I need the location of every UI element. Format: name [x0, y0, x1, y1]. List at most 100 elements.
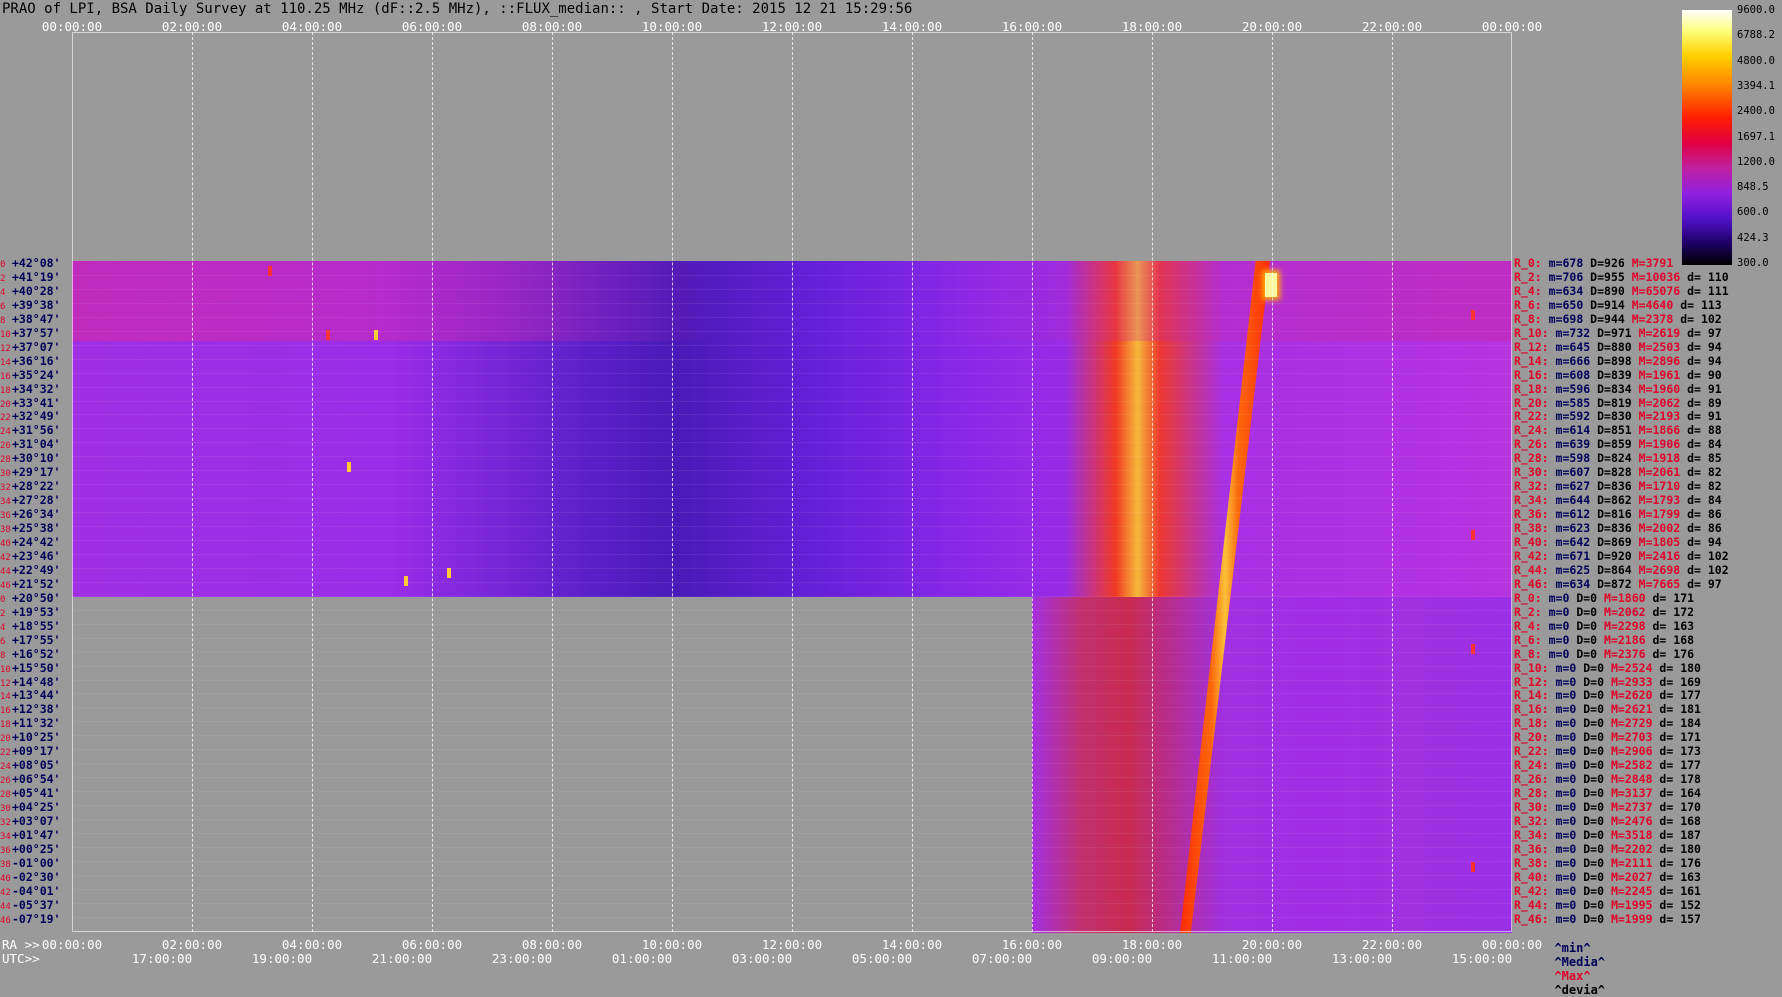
- stats-m: M=1710: [1638, 479, 1688, 494]
- stats-m: M=2619: [1638, 325, 1688, 340]
- stats-row: R_46: m=634 D=872 M=7665 d= 97: [1514, 576, 1729, 591]
- stats-m: M=2933: [1610, 674, 1660, 689]
- stats-d: d= 176: [1652, 646, 1701, 661]
- stats-d-median: D=0: [1583, 911, 1611, 926]
- stats-row: R_10: m=0 D=0 M=2524 d= 180: [1514, 660, 1708, 675]
- stats-d-median: D=836: [1597, 521, 1639, 536]
- bottom-ra-tick-7: 14:00:00: [881, 937, 943, 952]
- bottom-utc-tick-2: 21:00:00: [371, 951, 433, 966]
- stats-m: M=2298: [1604, 618, 1653, 633]
- stats-row: R_36: m=612 D=816 M=1799 d= 86: [1514, 508, 1729, 521]
- stats-m: M=2848: [1610, 772, 1660, 787]
- stats-m: m=607: [1555, 465, 1598, 480]
- stats-row: R_40: m=0 D=0 M=2027 d= 163: [1514, 869, 1708, 884]
- bottom-utc-tick-0: 17:00:00: [131, 951, 193, 966]
- declination-value: +41°19': [12, 269, 61, 284]
- declination-value: +24°42': [12, 535, 61, 549]
- stats-row: R_34: m=0 D=0 M=3518 d= 187: [1514, 828, 1708, 842]
- stats-m: M=1960: [1638, 381, 1688, 396]
- stats-d-median: D=0: [1583, 660, 1611, 675]
- stats-m: M=1866: [1638, 423, 1688, 438]
- stats-m: m=0: [1555, 800, 1584, 815]
- declination-value: -07°19': [12, 911, 61, 926]
- colorbar-tick: 600.0: [1737, 206, 1769, 219]
- declination-value: +14°48': [12, 674, 61, 689]
- stats-r: R_16:: [1514, 367, 1556, 382]
- stats-r: R_26:: [1514, 437, 1556, 452]
- stats-d: d= 94: [1687, 535, 1729, 549]
- declination-value: +29°17': [12, 465, 61, 480]
- stats-r: R_30:: [1514, 465, 1556, 480]
- declination-value: +03°07': [12, 814, 61, 828]
- stats-r: R_6:: [1514, 632, 1549, 647]
- stats-d-median: D=880: [1597, 339, 1639, 354]
- stats-m: m=0: [1555, 869, 1584, 884]
- stats-d: d= 82: [1687, 479, 1729, 494]
- stats-row: R_46: m=0 D=0 M=1999 d= 157: [1514, 911, 1708, 926]
- declination-value: +31°56': [12, 423, 61, 438]
- stats-row: R_42: m=0 D=0 M=2245 d= 161: [1514, 884, 1708, 898]
- bottom-utc-tick-1: 19:00:00: [251, 951, 313, 966]
- stats-d-median: D=830: [1597, 409, 1639, 424]
- stats-r: R_0:: [1514, 590, 1549, 605]
- bottom-utc-axis: 17:00:00 19:00:00 21:00:00 23:00:00 01:00:00…: [0, 0, 1540, 966]
- stats-d: d= 171: [1652, 590, 1701, 605]
- stats-r: R_10:: [1514, 325, 1556, 340]
- stats-r: R_42:: [1514, 548, 1556, 563]
- stats-r: R_2:: [1514, 269, 1549, 284]
- stats-m: m=0: [1555, 855, 1584, 870]
- stats-row: R_4: m=634 D=890 M=65076 d= 111: [1514, 284, 1736, 298]
- colorbar-tick: 2400.0: [1737, 105, 1775, 118]
- declination-value: +04°25': [12, 800, 61, 815]
- stats-m: M=2061: [1638, 465, 1688, 480]
- stats-m: m=0: [1555, 786, 1584, 801]
- stats-r: R_14:: [1514, 688, 1556, 703]
- stats-m: M=1999: [1610, 911, 1660, 926]
- stats-d: d= 163: [1659, 869, 1708, 884]
- declination-value: +31°04': [12, 437, 61, 452]
- bottom-ra-tick-11: 22:00:00: [1361, 937, 1423, 952]
- stats-m: m=0: [1555, 674, 1584, 689]
- stats-row: R_14: m=666 D=898 M=2896 d= 94: [1514, 354, 1729, 368]
- stats-d: d= 177: [1659, 688, 1708, 703]
- stats-m: M=2062: [1604, 604, 1653, 619]
- declination-value: +12°38': [12, 702, 61, 717]
- declination-index: 46: [0, 915, 11, 926]
- stats-r: R_46:: [1514, 576, 1556, 591]
- utc-axis-label: UTC>>: [2, 951, 40, 966]
- stats-m: M=2186: [1604, 632, 1653, 647]
- declination-value: +11°32': [12, 716, 61, 731]
- stats-d-median: D=0: [1583, 758, 1611, 773]
- stats-d: d= 97: [1687, 325, 1729, 340]
- stats-r: R_40:: [1514, 535, 1556, 549]
- stats-row: R_40: m=642 D=869 M=1805 d= 94: [1514, 536, 1729, 549]
- stats-m: M=2416: [1638, 548, 1688, 563]
- stats-row: R_30: m=0 D=0 M=2737 d= 170: [1514, 801, 1708, 814]
- stats-d-median: D=0: [1583, 716, 1611, 731]
- stats-d: d= 172: [1652, 604, 1701, 619]
- stats-row: R_8: m=698 D=944 M=2378 d= 102: [1514, 312, 1729, 326]
- stats-d: d= 169: [1659, 674, 1708, 689]
- stats-d: d= 157: [1659, 911, 1708, 926]
- stats-m: M=1995: [1610, 897, 1660, 912]
- declination-value: +35°24': [12, 367, 61, 382]
- colorbar-tick: 300.0: [1737, 257, 1769, 269]
- stats-d-median: D=955: [1590, 269, 1632, 284]
- stats-m: m=0: [1548, 618, 1577, 633]
- stats-r: R_12:: [1514, 339, 1556, 354]
- stats-m: m=678: [1548, 256, 1591, 270]
- stats-m: M=1918: [1638, 451, 1688, 466]
- bottom-ra-tick-3: 06:00:00: [401, 937, 463, 952]
- stats-m: m=0: [1555, 814, 1584, 828]
- stats-d-median: D=0: [1583, 897, 1611, 912]
- stats-m: m=0: [1555, 772, 1584, 787]
- stats-d-median: D=872: [1597, 576, 1639, 591]
- stats-d-median: D=0: [1583, 702, 1611, 717]
- declination-value: +36°16': [12, 353, 61, 368]
- stats-r: R_0:: [1514, 256, 1549, 270]
- stats-d-median: D=839: [1597, 367, 1639, 382]
- stats-m: m=0: [1555, 758, 1584, 773]
- stats-m: m=608: [1555, 367, 1598, 382]
- declination-value: +00°25': [12, 841, 61, 856]
- stats-m: m=639: [1555, 437, 1598, 452]
